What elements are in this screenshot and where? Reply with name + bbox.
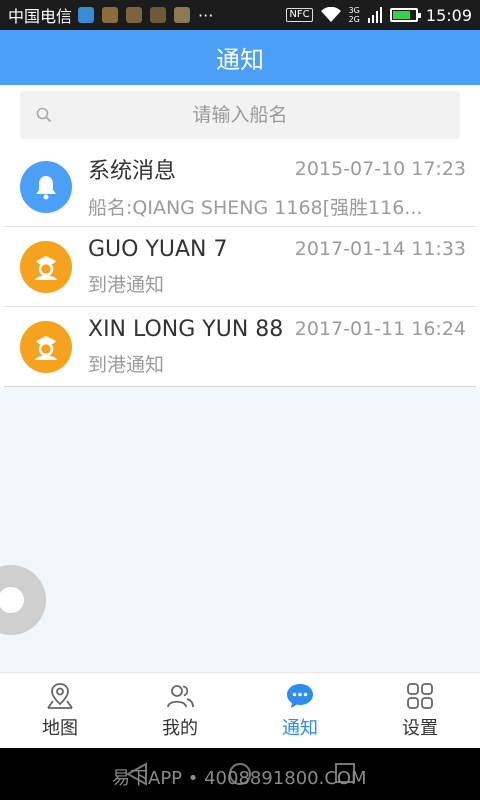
app-notification-icon bbox=[78, 7, 95, 23]
ship-captain-icon bbox=[35, 335, 57, 360]
tab-settings[interactable]: 设置 bbox=[360, 673, 480, 748]
ship-captain-icon bbox=[35, 255, 57, 280]
tab-label: 设置 bbox=[402, 717, 438, 739]
status-bar: 中国电信 ··· NFC 3G 2G 15:09 bbox=[0, 0, 480, 30]
notification-time: 2017-01-11 16:24 bbox=[294, 318, 466, 340]
tab-notifications[interactable]: 通知 bbox=[240, 673, 360, 748]
grid-icon bbox=[407, 682, 433, 709]
bottom-tab-bar: 地图 我的 通知 设置 bbox=[0, 672, 480, 748]
notification-time: 2015-07-10 17:23 bbox=[294, 158, 466, 180]
notification-subtitle: 船名:QIANG SHENG 1168[强胜116... bbox=[88, 197, 423, 219]
notification-avatar bbox=[20, 160, 72, 213]
notification-list: 系统消息 2015-07-10 17:23 船名:QIANG SHENG 116… bbox=[0, 147, 480, 387]
main-content: 系统消息 2015-07-10 17:23 船名:QIANG SHENG 116… bbox=[0, 85, 480, 672]
tab-map[interactable]: 地图 bbox=[0, 673, 120, 748]
notification-item-xin-long-yun-88[interactable]: XIN LONG YUN 88 2017-01-11 16:24 到港通知 bbox=[4, 307, 476, 387]
search-box[interactable] bbox=[20, 91, 460, 139]
bell-icon bbox=[36, 175, 56, 199]
signal-icon bbox=[367, 7, 382, 23]
watermark: 易下APP • 4008891800.COM bbox=[112, 768, 367, 789]
users-icon bbox=[167, 684, 194, 707]
battery-icon bbox=[389, 8, 421, 22]
tab-label: 通知 bbox=[282, 717, 318, 739]
notification-item-system[interactable]: 系统消息 2015-07-10 17:23 船名:QIANG SHENG 116… bbox=[4, 147, 476, 227]
app-notification-icon bbox=[150, 7, 167, 23]
carrier-name: 中国电信 bbox=[8, 7, 73, 26]
search-icon bbox=[36, 107, 52, 123]
more-notifications-icon: ··· bbox=[198, 5, 214, 25]
search-bar-container bbox=[0, 85, 480, 147]
clock: 15:09 bbox=[425, 5, 472, 25]
notification-item-guo-yuan-7[interactable]: GUO YUAN 7 2017-01-14 11:33 到港通知 bbox=[4, 227, 476, 307]
notification-avatar bbox=[20, 240, 72, 293]
wifi-icon bbox=[320, 7, 341, 22]
notification-title: XIN LONG YUN 88 bbox=[88, 316, 284, 342]
tab-label: 我的 bbox=[162, 717, 198, 739]
app-notification-icon bbox=[102, 7, 119, 23]
system-nav-bar: 易下APP • 4008891800.COM bbox=[0, 748, 480, 800]
map-pin-icon bbox=[47, 682, 73, 709]
notification-avatar bbox=[20, 320, 72, 373]
notification-subtitle: 到港通知 bbox=[88, 353, 165, 376]
page-title: 通知 bbox=[216, 46, 264, 74]
notification-title: GUO YUAN 7 bbox=[88, 236, 228, 262]
page-header: 通知 bbox=[0, 30, 480, 85]
app-notification-icon bbox=[126, 7, 143, 23]
search-input[interactable] bbox=[34, 104, 446, 126]
tab-label: 地图 bbox=[42, 717, 78, 739]
tab-mine[interactable]: 我的 bbox=[120, 673, 240, 748]
notification-time: 2017-01-14 11:33 bbox=[294, 238, 466, 260]
image-notification-icon bbox=[174, 7, 191, 23]
chat-bubble-icon bbox=[287, 683, 313, 708]
nfc-icon: NFC bbox=[286, 8, 313, 22]
notification-subtitle: 到港通知 bbox=[88, 273, 165, 296]
notification-title: 系统消息 bbox=[88, 159, 177, 184]
network-type-indicator: 3G 2G bbox=[348, 6, 360, 24]
